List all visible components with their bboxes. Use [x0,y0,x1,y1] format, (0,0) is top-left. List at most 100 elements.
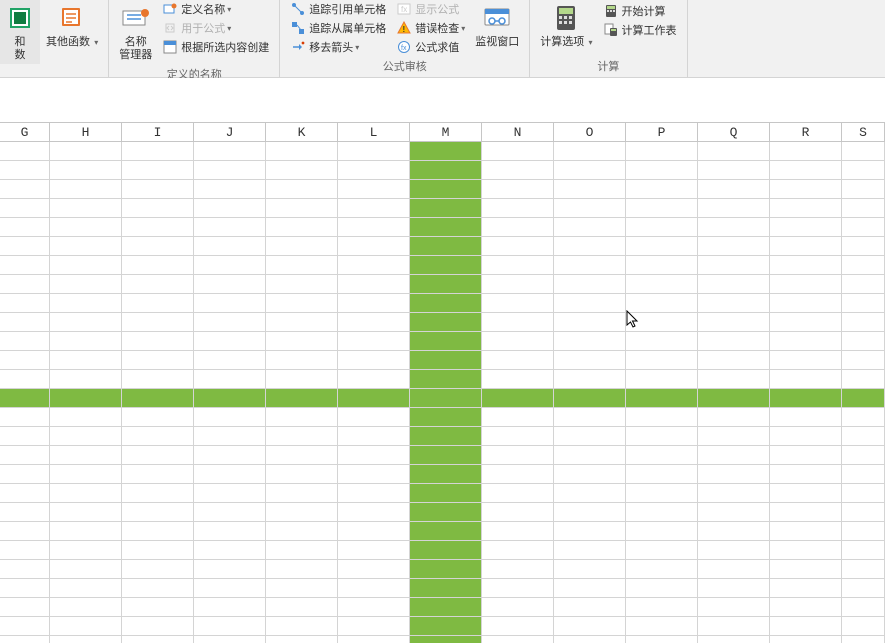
cell[interactable] [0,142,50,161]
cell[interactable] [194,522,266,541]
cell[interactable] [770,427,842,446]
cell[interactable] [194,541,266,560]
cell[interactable] [842,389,885,408]
cell[interactable] [842,199,885,218]
cell[interactable] [482,294,554,313]
cell[interactable] [554,408,626,427]
cell[interactable] [410,237,482,256]
cell[interactable] [626,446,698,465]
cell[interactable] [338,636,410,643]
cell[interactable] [410,541,482,560]
cell[interactable] [842,294,885,313]
cell[interactable] [194,142,266,161]
cell[interactable] [698,256,770,275]
cell[interactable] [482,617,554,636]
cell[interactable] [410,294,482,313]
cell[interactable] [338,161,410,180]
cell[interactable] [482,579,554,598]
cell[interactable] [266,370,338,389]
cell[interactable] [626,579,698,598]
cell[interactable] [50,465,122,484]
cell[interactable] [194,446,266,465]
column-header-Q[interactable]: Q [698,122,770,141]
cell[interactable] [122,465,194,484]
cell[interactable] [50,199,122,218]
cell[interactable] [194,617,266,636]
cell[interactable] [0,332,50,351]
cell[interactable] [194,408,266,427]
evaluate-formula-button[interactable]: fx 公式求值 [392,38,469,56]
cell[interactable] [698,484,770,503]
cell[interactable] [770,294,842,313]
cell[interactable] [266,256,338,275]
cell[interactable] [410,579,482,598]
trace-precedents-button[interactable]: 追踪引用单元格 [286,0,390,18]
cell[interactable] [266,541,338,560]
cell[interactable] [626,465,698,484]
cell[interactable] [698,199,770,218]
cell[interactable] [266,522,338,541]
cell[interactable] [338,465,410,484]
cell[interactable] [842,180,885,199]
cell[interactable] [770,389,842,408]
cell[interactable] [482,484,554,503]
cell[interactable] [266,598,338,617]
cell[interactable] [194,503,266,522]
cell[interactable] [0,237,50,256]
cell[interactable] [842,617,885,636]
cell[interactable] [50,275,122,294]
cell[interactable] [122,351,194,370]
cell[interactable] [0,389,50,408]
cell[interactable] [554,636,626,643]
cell[interactable] [626,427,698,446]
calculate-now-button[interactable]: 开始计算 [599,2,681,20]
cell[interactable] [482,522,554,541]
cell[interactable] [122,275,194,294]
cell[interactable] [410,370,482,389]
cell[interactable] [50,218,122,237]
cell[interactable] [770,351,842,370]
cell[interactable] [842,446,885,465]
cell[interactable] [626,237,698,256]
cell[interactable] [770,446,842,465]
cell[interactable] [122,560,194,579]
cell[interactable] [338,598,410,617]
cell[interactable] [554,370,626,389]
cell[interactable] [698,218,770,237]
cell[interactable] [194,313,266,332]
cell[interactable] [50,541,122,560]
cell[interactable] [410,313,482,332]
cell[interactable] [0,446,50,465]
cell[interactable] [194,180,266,199]
cell[interactable] [554,560,626,579]
cell[interactable] [410,598,482,617]
cell[interactable] [410,161,482,180]
cell[interactable] [554,218,626,237]
cell[interactable] [482,161,554,180]
cell[interactable] [698,161,770,180]
cell[interactable] [410,560,482,579]
calc-options-button[interactable]: 计算选项 ▾ [536,0,596,51]
cell[interactable] [410,636,482,643]
cell[interactable] [50,370,122,389]
cell[interactable] [554,199,626,218]
cell[interactable] [482,389,554,408]
cell[interactable] [626,370,698,389]
cell[interactable] [194,218,266,237]
cell[interactable] [698,579,770,598]
cell[interactable] [698,275,770,294]
cell[interactable] [0,579,50,598]
cell[interactable] [266,332,338,351]
cell[interactable] [842,332,885,351]
cell[interactable] [122,484,194,503]
cell[interactable] [338,427,410,446]
cell[interactable] [698,351,770,370]
cell[interactable] [626,408,698,427]
cell[interactable] [122,503,194,522]
cell[interactable] [698,294,770,313]
cell[interactable] [194,598,266,617]
cell[interactable] [554,446,626,465]
cell[interactable] [194,351,266,370]
cell[interactable] [410,465,482,484]
cell[interactable] [626,199,698,218]
